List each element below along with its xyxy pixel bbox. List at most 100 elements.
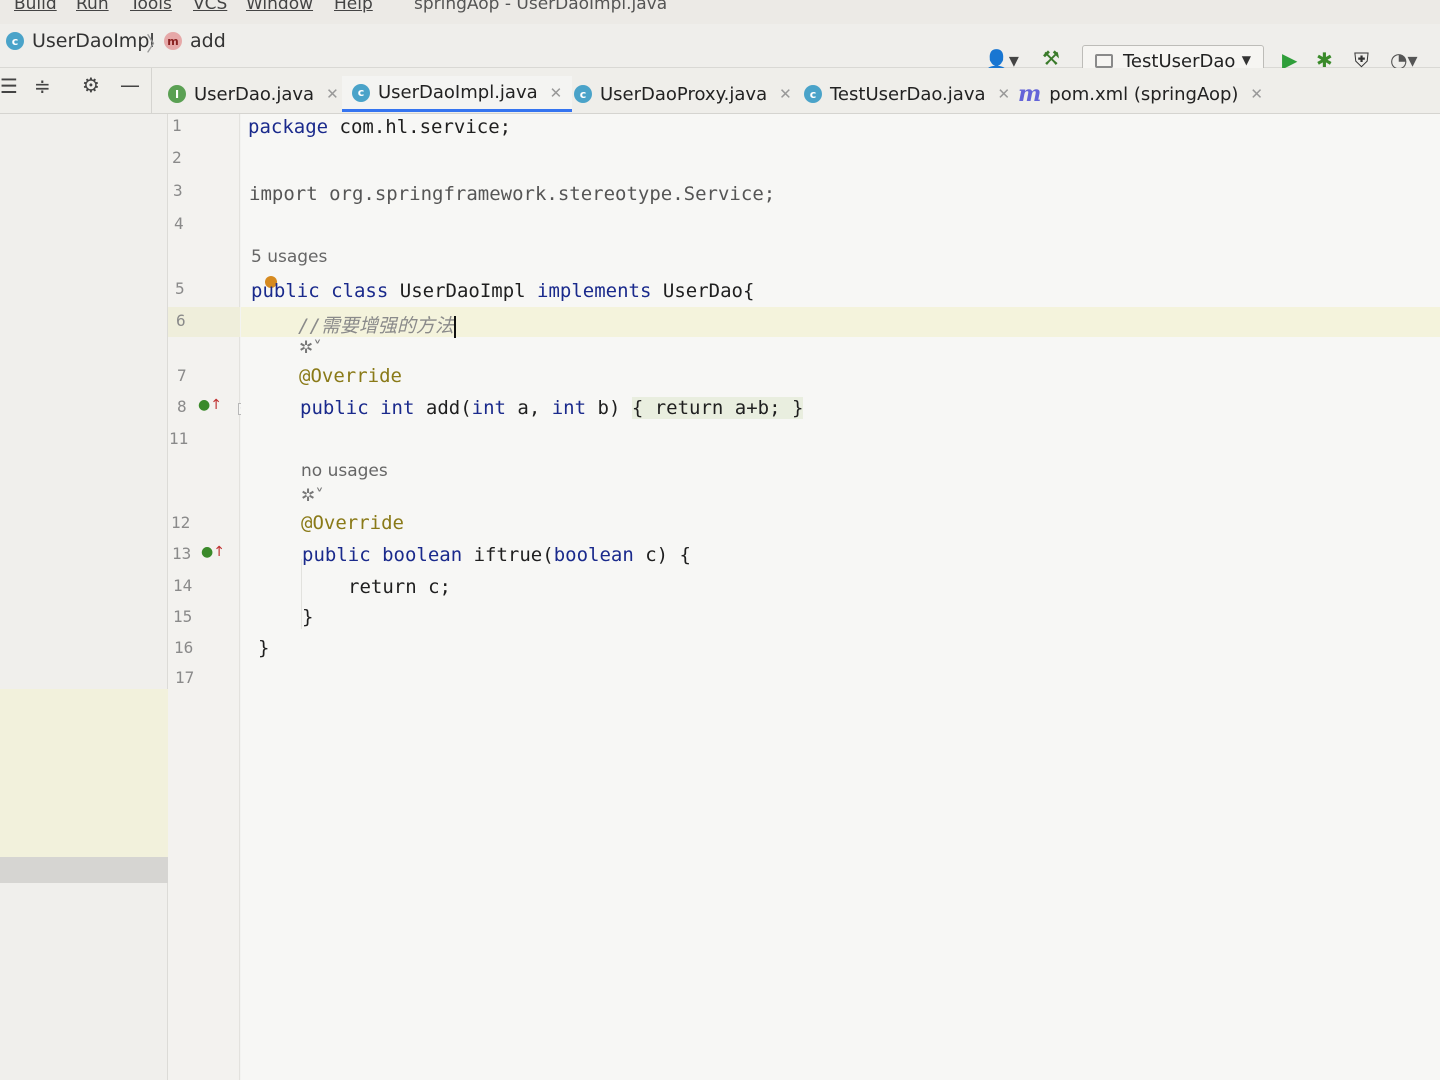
line-number: 4	[174, 214, 184, 233]
chevron-down-icon: ▼	[1241, 53, 1251, 67]
menu-window[interactable]: Window	[246, 0, 313, 14]
chevron-right-icon: 〉	[146, 32, 166, 56]
keyword: implements	[537, 280, 652, 302]
method-name: add(	[425, 397, 472, 419]
project-panel-toolbar: ☰ ≑ ⚙ —	[0, 68, 152, 114]
line-number: 16	[174, 638, 194, 657]
code-text: UserDao{	[662, 280, 755, 302]
editor-gutter	[168, 114, 240, 1080]
code-line-1: package com.hl.service;	[248, 116, 511, 138]
code-text: c) {	[633, 544, 691, 566]
folded-method-body[interactable]: { return a+b; }	[631, 397, 804, 419]
class-name: UserDaoImpl	[399, 280, 526, 302]
code-line-3: import org.springframework.stereotype.Se…	[249, 183, 776, 205]
line-number: 14	[173, 576, 193, 595]
keyword: boolean	[553, 544, 634, 566]
menu-tools[interactable]: Tools	[130, 0, 172, 14]
implements-method-icon[interactable]: ●↑	[198, 397, 222, 413]
tab-label: UserDao.java	[194, 83, 315, 105]
menu-help[interactable]: Help	[334, 0, 373, 14]
tab-label: UserDaoProxy.java	[600, 83, 768, 105]
close-icon[interactable]: ✕	[779, 85, 792, 103]
keyword: public	[300, 397, 369, 419]
tab-label: TestUserDao.java	[830, 83, 986, 105]
usages-inlay-hint[interactable]: 5 usages	[251, 247, 327, 267]
class-icon: c	[574, 85, 592, 103]
code-text: a,	[505, 397, 552, 419]
line-number: 7	[177, 366, 187, 385]
breadcrumb-class-label: UserDaoImpl	[32, 30, 155, 52]
tab-userdao[interactable]: I UserDao.java ✕	[158, 76, 349, 112]
menu-bar: Build Run Tools VCS Window Help springAo…	[0, 0, 1440, 24]
code-line-12: @Override	[301, 512, 404, 534]
code-line-13: public boolean iftrue(boolean c) {	[302, 544, 691, 566]
code-text: com.hl.service;	[328, 116, 512, 138]
close-icon[interactable]: ✕	[1250, 85, 1263, 103]
keyword: int	[471, 397, 506, 419]
close-icon[interactable]: ✕	[550, 84, 563, 102]
keyword: public	[302, 544, 371, 566]
project-tool-window	[0, 114, 168, 1080]
ai-assistant-icon[interactable]: ✲˅	[301, 486, 324, 506]
line-number: 6	[176, 311, 186, 330]
window-title: springAop - UserDaoImpl.java	[414, 0, 668, 14]
class-icon: c	[352, 83, 370, 102]
tab-testuserdao[interactable]: c TestUserDao.java ✕	[794, 76, 1020, 112]
keyword: int	[551, 397, 587, 419]
text-caret	[453, 315, 456, 338]
close-icon[interactable]: ✕	[326, 85, 339, 103]
code-text: b)	[586, 397, 632, 419]
line-number: 3	[173, 181, 183, 200]
keyword: public	[251, 280, 320, 302]
code-line-15: }	[302, 606, 314, 628]
collapse-all-icon[interactable]: ≑	[34, 74, 51, 98]
navigation-bar: c UserDaoImpl 〉 m add 👤▾ ⚒ TestUserDao ▼…	[0, 24, 1440, 77]
line-number: 12	[171, 513, 191, 532]
line-number: 1	[172, 116, 182, 135]
tab-label: pom.xml (springAop)	[1049, 83, 1239, 105]
comment: //需要增强的方法	[298, 315, 454, 337]
line-number: 17	[175, 668, 195, 687]
test-class-icon: c	[804, 85, 822, 103]
breadcrumb-method[interactable]: m add	[164, 30, 226, 52]
line-number: 11	[169, 429, 189, 448]
line-number: 2	[172, 148, 182, 167]
code-line-16: }	[258, 637, 270, 659]
minimize-icon[interactable]: —	[120, 73, 140, 97]
tab-label: UserDaoImpl.java	[378, 82, 538, 103]
editor-tab-strip: ☰ ≑ ⚙ — I UserDao.java ✕ c UserDaoImpl.j…	[0, 68, 1440, 114]
project-tree-scrollbar[interactable]	[0, 857, 168, 883]
line-number: 5	[175, 279, 185, 298]
menu-run[interactable]: Run	[76, 0, 109, 14]
interface-icon: I	[168, 85, 186, 103]
method-icon: m	[164, 32, 182, 50]
keyword: int	[380, 397, 415, 419]
code-line-14: return c;	[348, 576, 451, 598]
usages-inlay-hint[interactable]: no usages	[301, 461, 388, 481]
code-line-5: public class UserDaoImpl implements User…	[251, 280, 754, 302]
maven-icon: m	[1018, 81, 1042, 107]
breadcrumb-method-label: add	[190, 30, 226, 52]
run-config-icon	[1095, 54, 1113, 68]
tab-pom-xml[interactable]: m pom.xml (springAop) ✕	[1008, 76, 1273, 112]
keyword: package	[248, 116, 329, 138]
code-line-8: public int add(int a, int b) { return a+…	[300, 397, 804, 419]
keyword: boolean	[382, 544, 463, 566]
code-line-6: //需要增强的方法	[298, 311, 456, 338]
implements-method-icon[interactable]: ●↑	[201, 544, 225, 560]
line-number: 15	[173, 607, 193, 626]
menu-build[interactable]: Build	[14, 0, 57, 14]
breadcrumb-class[interactable]: c UserDaoImpl	[6, 30, 155, 52]
tab-userdaoimpl[interactable]: c UserDaoImpl.java ✕	[342, 76, 573, 112]
keyword: class	[331, 280, 389, 302]
code-line-7: @Override	[299, 365, 402, 387]
gear-icon[interactable]: ⚙	[82, 73, 100, 97]
menu-vcs[interactable]: VCS	[193, 0, 227, 14]
class-icon: c	[6, 32, 24, 50]
ai-assistant-icon[interactable]: ✲˅	[299, 338, 322, 358]
project-tree-selection	[0, 689, 168, 857]
method-name: iftrue(	[462, 544, 554, 566]
expand-all-icon[interactable]: ☰	[0, 74, 18, 98]
build-hammer-icon[interactable]: ⚒	[1042, 46, 1060, 70]
tab-userdaoproxy[interactable]: c UserDaoProxy.java ✕	[564, 76, 802, 112]
